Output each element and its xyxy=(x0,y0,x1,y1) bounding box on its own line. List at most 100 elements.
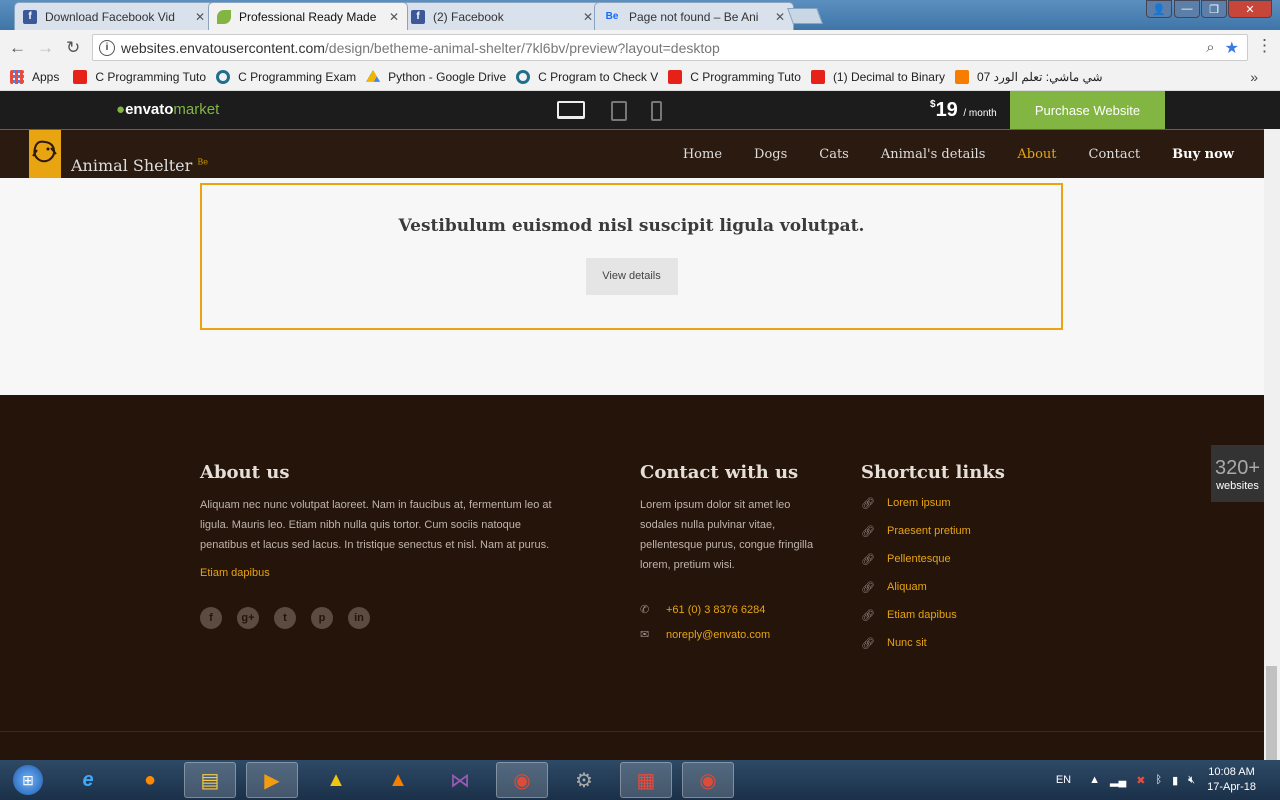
badge-count: 320+ xyxy=(1214,457,1261,479)
bookmark-label: Python - Google Drive xyxy=(388,70,507,84)
linkedin-icon[interactable]: in xyxy=(348,607,370,629)
footer-divider xyxy=(0,731,1264,732)
shortcut-link[interactable]: 🔗︎ Lorem ipsum xyxy=(861,489,1061,517)
shortcut-link[interactable]: 🔗︎ Aliquam xyxy=(861,573,1061,601)
bookmark-item[interactable]: C Program to Check V xyxy=(516,70,658,84)
nav-dogs[interactable]: Dogs xyxy=(754,147,787,162)
language-indicator[interactable]: EN xyxy=(1056,774,1071,786)
windows-app-icon[interactable]: ▦ xyxy=(620,762,672,798)
bookmark-item[interactable]: Python - Google Drive xyxy=(366,70,506,84)
close-icon[interactable]: ✕ xyxy=(775,10,785,24)
forward-arrow-icon[interactable]: → xyxy=(37,38,54,58)
dog-logo-icon[interactable] xyxy=(29,130,61,179)
nav-home[interactable]: Home xyxy=(683,147,722,162)
price-label: $19 / month xyxy=(930,99,997,122)
contact-email: ✉ noreply@envato.com xyxy=(640,628,820,642)
volume-muted-icon[interactable]: 🔇︎ xyxy=(1188,774,1195,787)
envato-leaf-icon: ● xyxy=(116,101,126,118)
about-link[interactable]: Etiam dapibus xyxy=(200,567,570,579)
zoom-icon[interactable]: ⌕ xyxy=(1206,39,1214,56)
nav-contact[interactable]: Contact xyxy=(1089,147,1141,162)
browser-tab-strip: f Download Facebook Vid ✕ Professional R… xyxy=(0,0,1280,30)
nav-cats[interactable]: Cats xyxy=(819,147,849,162)
shortcut-link[interactable]: 🔗︎ Praesent pretium xyxy=(861,517,1061,545)
site-name[interactable]: Animal Shelter Be xyxy=(71,156,208,175)
more-bookmarks-icon[interactable]: » xyxy=(1250,69,1258,85)
new-tab-button[interactable] xyxy=(787,8,823,24)
shortcut-label: Nunc sit xyxy=(887,637,927,649)
link-icon: 🔗︎ xyxy=(861,581,875,594)
shortcut-link[interactable]: 🔗︎ Etiam dapibus xyxy=(861,601,1061,629)
desktop-view-icon[interactable] xyxy=(557,101,585,119)
view-details-button[interactable]: View details xyxy=(585,258,678,295)
network-error-icon[interactable]: ✖ xyxy=(1136,774,1145,787)
clock[interactable]: 10:08 AM 17-Apr-18 xyxy=(1207,765,1256,795)
bookmark-apps[interactable]: Apps xyxy=(10,70,59,84)
chrome-icon[interactable]: ◉ xyxy=(496,762,548,798)
bluetooth-icon[interactable]: ᛒ xyxy=(1155,774,1162,786)
reload-icon[interactable]: ↻ xyxy=(66,38,80,58)
firefox-icon[interactable]: ● xyxy=(124,762,176,798)
about-title: About us xyxy=(200,462,290,483)
tab-page-not-found[interactable]: Be Page not found – Be Ani ✕ xyxy=(594,2,794,30)
main-nav: Home Dogs Cats Animal's details About Co… xyxy=(651,147,1234,162)
chrome-icon[interactable]: ◉ xyxy=(682,762,734,798)
scrollbar-thumb[interactable] xyxy=(1266,666,1277,760)
tab-professional-ready-made[interactable]: Professional Ready Made ✕ xyxy=(208,2,408,30)
close-window-button[interactable]: ✕ xyxy=(1228,0,1272,18)
nav-animals-details[interactable]: Animal's details xyxy=(881,147,986,162)
nav-buy-now[interactable]: Buy now xyxy=(1172,147,1234,162)
email-address[interactable]: noreply@envato.com xyxy=(666,629,770,641)
websites-count-badge[interactable]: 320+ websites xyxy=(1211,445,1264,502)
tray-expand-icon[interactable]: ▲ xyxy=(1089,774,1100,786)
logo-sub: market xyxy=(173,101,220,118)
nav-about[interactable]: About xyxy=(1017,147,1056,162)
bookmark-item[interactable]: C Programming Exam xyxy=(216,70,356,84)
windows-start-icon[interactable]: ⊞ xyxy=(4,762,52,798)
address-bar[interactable]: i websites.envatousercontent.com /design… xyxy=(92,34,1248,61)
power-icon[interactable]: ▮ xyxy=(1172,774,1178,787)
back-arrow-icon[interactable]: ← xyxy=(9,38,26,58)
settings-app-icon[interactable]: ⚙ xyxy=(558,762,610,798)
bookmark-star-icon[interactable]: ★ xyxy=(1225,38,1239,58)
close-icon[interactable]: ✕ xyxy=(583,10,593,24)
social-links: f g+ t p in xyxy=(200,607,570,629)
close-icon[interactable]: ✕ xyxy=(389,10,399,24)
close-icon[interactable]: ✕ xyxy=(195,10,205,24)
vlc-icon[interactable]: ▲ xyxy=(372,762,424,798)
tablet-view-icon[interactable] xyxy=(611,101,627,121)
maximize-button[interactable]: ❐ xyxy=(1201,0,1227,18)
bookmark-item[interactable]: (1) Decimal to Binary xyxy=(810,70,945,84)
envato-logo[interactable]: ●envatomarket xyxy=(116,101,219,118)
pinterest-icon[interactable]: p xyxy=(311,607,333,629)
google-plus-icon[interactable]: g+ xyxy=(237,607,259,629)
file-explorer-icon[interactable]: ▤ xyxy=(184,762,236,798)
user-icon[interactable]: 👤 xyxy=(1146,0,1172,18)
twitter-icon[interactable]: t xyxy=(274,607,296,629)
shortcut-link[interactable]: 🔗︎ Pellentesque xyxy=(861,545,1061,573)
bookmark-item[interactable]: C Programming Tuto xyxy=(73,70,206,84)
internet-explorer-icon[interactable]: e xyxy=(62,762,114,798)
phone-number[interactable]: +61 (0) 3 8376 6284 xyxy=(666,604,765,616)
bookmark-label: C Programming Tuto xyxy=(690,70,801,84)
shortcut-link[interactable]: 🔗︎ Nunc sit xyxy=(861,629,1061,657)
shortcut-label: Etiam dapibus xyxy=(887,609,957,621)
facebook-icon[interactable]: f xyxy=(200,607,222,629)
visual-studio-icon[interactable]: ⋈ xyxy=(434,762,486,798)
signal-icon[interactable]: ▂▄ xyxy=(1110,774,1126,787)
bookmark-item[interactable]: C Programming Tuto xyxy=(668,70,801,84)
shortcut-label: Aliquam xyxy=(887,581,927,593)
tab-facebook[interactable]: f (2) Facebook ✕ xyxy=(402,2,602,30)
menu-dots-icon[interactable]: ⋮ xyxy=(1256,36,1273,56)
link-icon: 🔗︎ xyxy=(861,609,875,622)
aimp-icon[interactable]: ▲ xyxy=(310,762,362,798)
youtube-icon xyxy=(810,70,825,84)
tab-download-facebook[interactable]: f Download Facebook Vid ✕ xyxy=(14,2,214,30)
purchase-website-button[interactable]: Purchase Website xyxy=(1010,91,1165,129)
media-player-icon[interactable]: ▶ xyxy=(246,762,298,798)
mobile-view-icon[interactable] xyxy=(651,101,662,121)
minimize-button[interactable]: — xyxy=(1174,0,1200,18)
bookmark-item[interactable]: كل شي ماشي: تعلم الورد 07 xyxy=(954,70,1105,84)
info-icon[interactable]: i xyxy=(99,39,115,56)
bookmark-label: C Program to Check V xyxy=(538,70,659,84)
